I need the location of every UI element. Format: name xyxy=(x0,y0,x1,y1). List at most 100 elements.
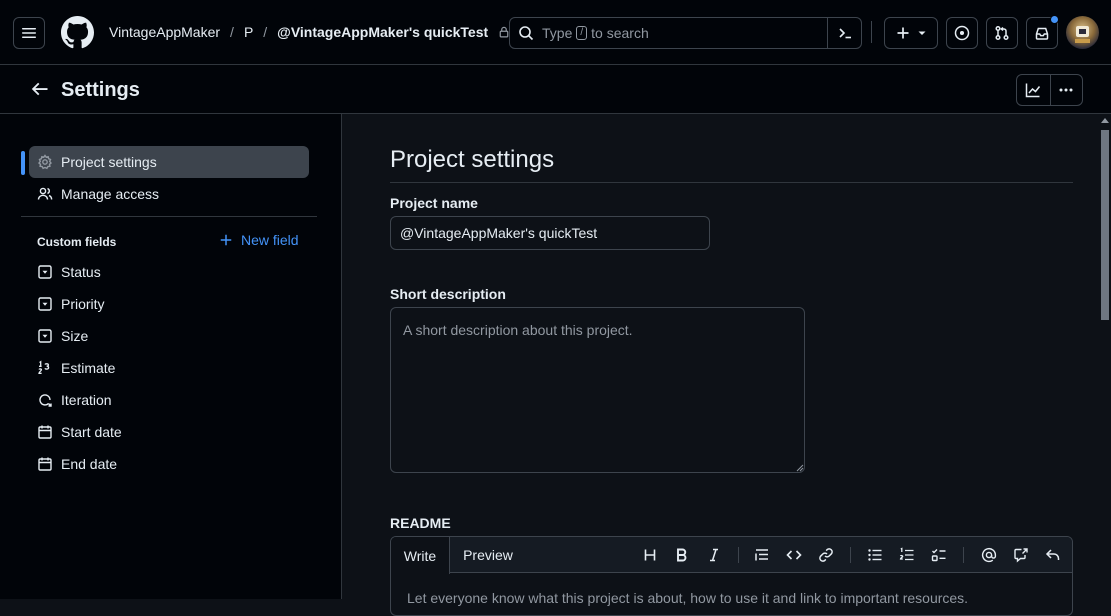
sidebar-item-label: Start date xyxy=(61,424,122,440)
sidebar-item-status[interactable]: Status xyxy=(29,256,309,288)
sidebar-item-label: End date xyxy=(61,456,118,472)
triangle-down-icon xyxy=(918,31,926,35)
title-divider xyxy=(390,182,1073,183)
sidebar-item-size[interactable]: Size xyxy=(29,320,309,352)
breadcrumb-separator: / xyxy=(263,24,268,40)
command-palette-button[interactable] xyxy=(827,18,861,48)
sidebar-item-end-date[interactable]: End date xyxy=(29,448,309,480)
sidebar-item-iteration[interactable]: Iteration xyxy=(29,384,309,416)
cross-reference-icon[interactable] xyxy=(1013,547,1029,563)
graph-icon xyxy=(1026,83,1041,98)
scrollbar-thumb[interactable] xyxy=(1101,130,1109,320)
command-palette-icon xyxy=(838,28,851,39)
iterations-icon xyxy=(39,394,52,407)
hamburger-icon xyxy=(22,28,36,38)
more-options-button[interactable] xyxy=(1049,75,1083,105)
sidebar-item-estimate[interactable]: Estimate xyxy=(29,352,309,384)
short-description-label: Short description xyxy=(390,286,506,302)
single-select-icon xyxy=(38,297,52,311)
your-pull-requests-button[interactable] xyxy=(986,17,1018,49)
kebab-horizontal-icon xyxy=(1059,88,1073,92)
page-title: Project settings xyxy=(390,146,555,173)
sidebar-item-priority[interactable]: Priority xyxy=(29,288,309,320)
sidebar-item-label: Estimate xyxy=(61,360,116,376)
breadcrumb: VintageAppMaker / P / @VintageAppMaker's… xyxy=(109,24,510,40)
readme-editor: Write Preview Let everyone know what thi… xyxy=(390,536,1073,616)
breadcrumb-projects-link[interactable]: P xyxy=(244,24,253,40)
active-indicator xyxy=(21,151,25,175)
italic-icon[interactable] xyxy=(706,547,722,563)
editor-toolbar: Write Preview xyxy=(391,537,1072,574)
git-pull-request-icon xyxy=(995,25,1009,41)
number-icon xyxy=(38,360,50,374)
avatar[interactable] xyxy=(1066,16,1099,49)
issue-opened-icon xyxy=(954,25,970,41)
breadcrumb-owner-link[interactable]: VintageAppMaker xyxy=(109,24,220,40)
search-shortcut-key: / xyxy=(576,26,588,40)
custom-fields-heading: Custom fields xyxy=(37,235,117,249)
short-description-textarea[interactable] xyxy=(390,307,805,473)
sidebar-item-manage-access[interactable]: Manage access xyxy=(29,178,309,210)
new-field-label: New field xyxy=(241,232,299,248)
tab-preview[interactable]: Preview xyxy=(450,537,526,573)
readme-placeholder[interactable]: Let everyone know what this project is a… xyxy=(407,590,968,606)
search-placeholder: Type xyxy=(542,25,573,41)
plus-icon xyxy=(220,234,232,246)
scroll-up-arrow-icon[interactable] xyxy=(1101,118,1109,123)
sidebar-item-label: Priority xyxy=(61,296,105,312)
global-header: VintageAppMaker / P / @VintageAppMaker's… xyxy=(0,0,1111,65)
reply-icon[interactable] xyxy=(1045,547,1061,563)
mention-icon[interactable] xyxy=(981,547,997,563)
header-divider xyxy=(871,21,872,43)
resize-handle-icon[interactable] xyxy=(796,464,804,472)
bold-icon[interactable] xyxy=(674,547,690,563)
ordered-list-icon[interactable] xyxy=(899,547,915,563)
heading-icon[interactable] xyxy=(642,547,658,563)
create-new-button[interactable] xyxy=(884,17,938,49)
single-select-icon xyxy=(38,265,52,279)
sidebar-item-project-settings[interactable]: Project settings xyxy=(29,146,309,178)
sidebar-item-label: Project settings xyxy=(61,154,157,170)
calendar-icon xyxy=(38,457,52,471)
sidebar-item-label: Manage access xyxy=(61,186,160,202)
project-name-label: Project name xyxy=(390,195,478,211)
settings-sidebar: Project settings Manage access Custom fi… xyxy=(0,114,342,599)
settings-title: Settings xyxy=(61,79,140,101)
unread-notification-indicator xyxy=(1050,15,1059,24)
github-logo-icon xyxy=(61,16,94,49)
search-icon xyxy=(519,26,534,41)
github-logo-link[interactable] xyxy=(61,16,94,49)
tasklist-icon[interactable] xyxy=(931,547,947,563)
insights-button[interactable] xyxy=(1017,75,1050,105)
project-name-input[interactable] xyxy=(390,216,710,250)
new-field-button[interactable]: New field xyxy=(219,232,299,248)
plus-icon xyxy=(897,27,909,39)
sidebar-item-label: Status xyxy=(61,264,101,280)
unordered-list-icon[interactable] xyxy=(867,547,883,563)
settings-main: Project settings Project name Short desc… xyxy=(342,114,1099,616)
sidebar-divider xyxy=(21,216,317,217)
search-input[interactable]: Type / to search xyxy=(509,17,862,49)
breadcrumb-project-link[interactable]: @VintageAppMaker's quickTest xyxy=(277,24,488,40)
avatar-image xyxy=(1075,26,1090,43)
your-issues-button[interactable] xyxy=(946,17,978,49)
view-options-group xyxy=(1016,74,1083,106)
toolbar-divider xyxy=(850,547,851,563)
back-button[interactable] xyxy=(30,79,50,99)
people-icon xyxy=(37,187,53,200)
link-icon[interactable] xyxy=(818,547,834,563)
breadcrumb-separator: / xyxy=(230,24,234,40)
single-select-icon xyxy=(38,329,52,343)
sidebar-item-start-date[interactable]: Start date xyxy=(29,416,309,448)
search-placeholder-suffix: to search xyxy=(591,25,649,41)
settings-header: Settings xyxy=(0,65,1111,114)
code-icon[interactable] xyxy=(786,547,802,563)
toolbar-divider xyxy=(738,547,739,563)
open-navigation-button[interactable] xyxy=(13,17,45,49)
tab-write[interactable]: Write xyxy=(391,537,450,574)
quote-icon[interactable] xyxy=(754,547,770,563)
toolbar-divider xyxy=(963,547,964,563)
readme-label: README xyxy=(390,515,451,531)
gear-icon xyxy=(38,154,52,170)
arrow-left-icon xyxy=(31,82,48,96)
